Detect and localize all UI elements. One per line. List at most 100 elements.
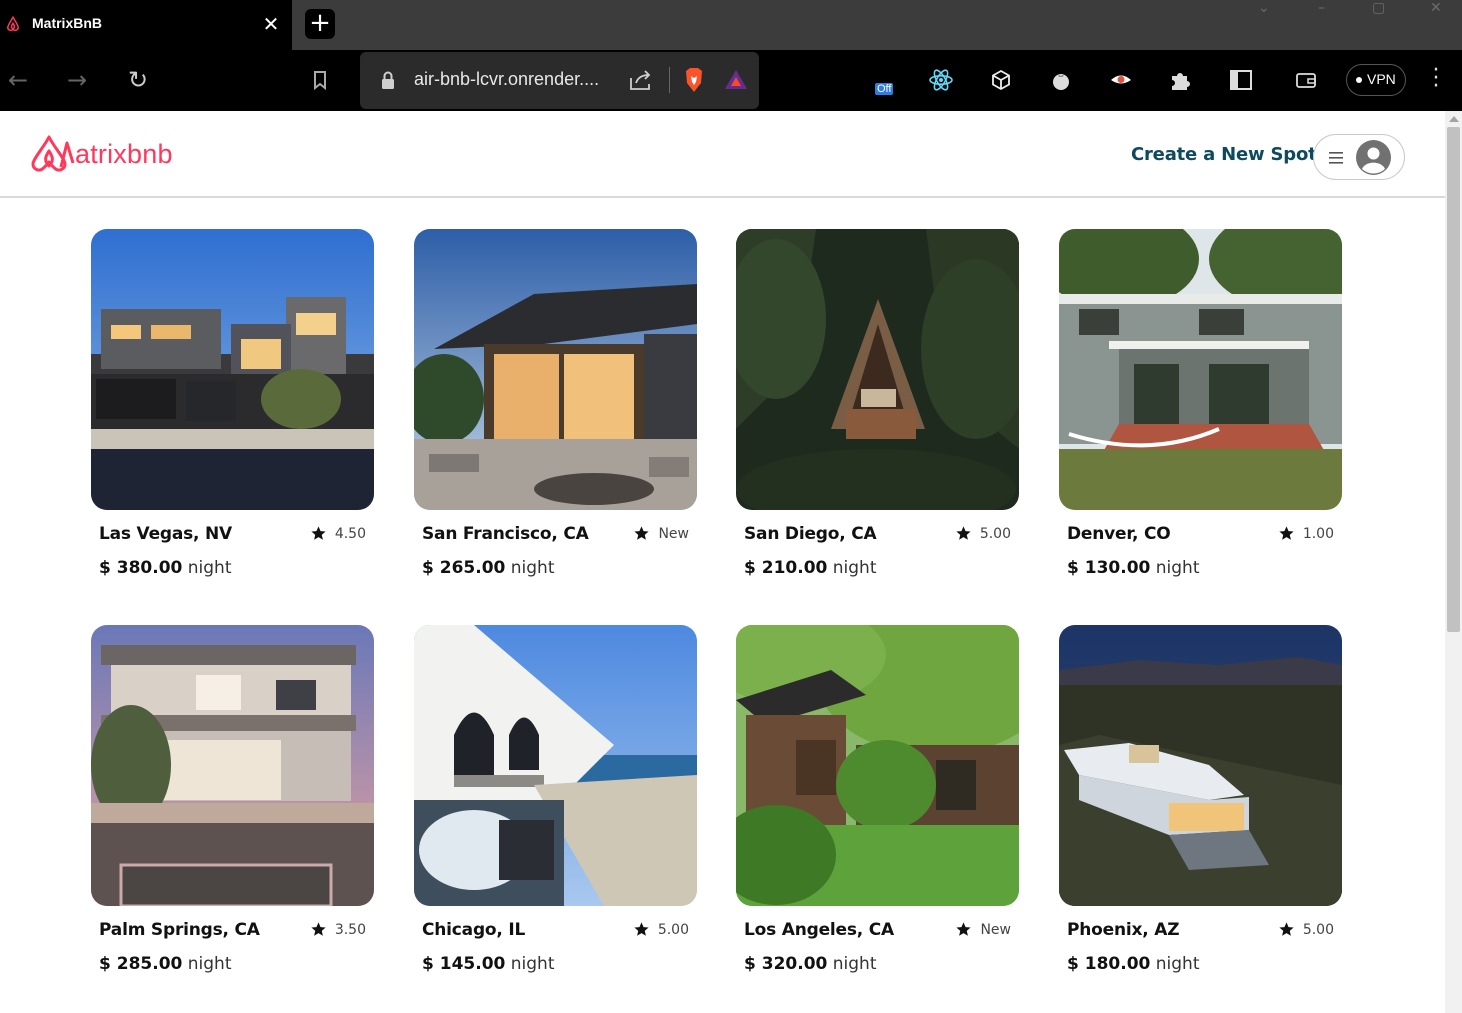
- listing-card[interactable]: Phoenix, AZ 5.00 $ 180.00 night: [1059, 625, 1342, 995]
- url-text[interactable]: air-bnb-lcvr.onrender....: [414, 69, 599, 90]
- logo-text: atrixbnb: [75, 138, 173, 169]
- star-icon: [311, 526, 326, 540]
- listing-price: $ 320.00 night: [744, 954, 877, 974]
- price-amount: $ 210.00: [744, 558, 828, 578]
- rating-value: 4.50: [334, 525, 366, 542]
- listing-price: $ 380.00 night: [99, 558, 232, 578]
- close-tab-icon[interactable]: ✕: [260, 13, 282, 35]
- listing-card[interactable]: Las Vegas, NV 4.50 $ 380.00 night: [91, 229, 374, 599]
- listing-city: San Diego, CA: [744, 524, 877, 544]
- wallet-icon[interactable]: [1293, 67, 1319, 93]
- price-amount: $ 265.00: [422, 558, 506, 578]
- brave-rewards-icon[interactable]: [724, 68, 748, 92]
- listing-photo[interactable]: [736, 625, 1019, 906]
- eye-extension-icon[interactable]: [1108, 67, 1134, 93]
- maximize-icon[interactable]: ▢: [1372, 0, 1385, 16]
- lock-icon[interactable]: [380, 70, 396, 90]
- price-amount: $ 145.00: [422, 954, 506, 974]
- listing-photo[interactable]: [736, 229, 1019, 510]
- sidebar-icon[interactable]: [1228, 67, 1254, 93]
- listing-photo[interactable]: [91, 625, 374, 906]
- user-avatar-icon: [1356, 140, 1391, 175]
- cube-extension-icon[interactable]: [988, 67, 1014, 93]
- star-icon: [956, 526, 971, 540]
- listing-card[interactable]: San Francisco, CA New $ 265.00 night: [414, 229, 697, 599]
- browser-tab[interactable]: MatrixBnB ✕: [0, 0, 292, 50]
- window-close-icon[interactable]: ✕: [1430, 0, 1442, 16]
- price-unit: night: [832, 954, 877, 974]
- back-arrow-icon[interactable]: ←: [3, 65, 33, 95]
- price-amount: $ 320.00: [744, 954, 828, 974]
- modern-house-dusk-photo: [91, 229, 374, 510]
- price-unit: night: [832, 558, 877, 578]
- listing-city: Denver, CO: [1067, 524, 1171, 544]
- scrollbar-thumb[interactable]: [1447, 127, 1460, 632]
- price-unit: night: [187, 558, 232, 578]
- star-icon: [634, 922, 649, 936]
- address-bar-divider: [669, 67, 670, 93]
- vpn-button[interactable]: VPN: [1346, 64, 1406, 96]
- matrixbnb-logo-icon: [31, 135, 75, 172]
- star-icon: [634, 526, 650, 540]
- forward-arrow-icon[interactable]: →: [62, 65, 92, 95]
- star-icon: [311, 922, 326, 936]
- listing-price: $ 145.00 night: [422, 954, 555, 974]
- share-icon[interactable]: [628, 68, 654, 92]
- minimize-icon[interactable]: –: [1318, 0, 1325, 16]
- vertical-scrollbar[interactable]: [1445, 111, 1462, 1013]
- listing-card[interactable]: Los Angeles, CA New $ 320.00 night: [736, 625, 1019, 995]
- airbnb-favicon-icon: [6, 15, 20, 32]
- site-logo[interactable]: atrixbnb: [27, 133, 173, 175]
- listing-rating: 5.00: [955, 525, 1011, 542]
- listing-card[interactable]: Denver, CO 1.00 $ 130.00 night: [1059, 229, 1342, 599]
- listing-photo[interactable]: [414, 229, 697, 510]
- profile-menu-button[interactable]: [1313, 134, 1405, 180]
- listing-rating: New: [633, 525, 689, 542]
- hot-tub-ocean-view-photo: [414, 625, 697, 906]
- listing-rating: 5.00: [1278, 921, 1334, 938]
- listing-photo[interactable]: [91, 229, 374, 510]
- price-amount: $ 130.00: [1067, 558, 1151, 578]
- price-unit: night: [510, 558, 555, 578]
- scroll-up-arrow-icon[interactable]: [1449, 116, 1459, 122]
- listing-rating: 3.50: [310, 921, 366, 938]
- listing-price: $ 265.00 night: [422, 558, 555, 578]
- listing-card[interactable]: Palm Springs, CA 3.50 $ 285.00 night: [91, 625, 374, 995]
- listing-city: Palm Springs, CA: [99, 920, 260, 940]
- reload-icon[interactable]: ↻: [123, 65, 153, 95]
- rating-value: 5.00: [657, 921, 689, 938]
- listing-rating: New: [955, 921, 1011, 938]
- desert-house-night-photo: [1059, 625, 1342, 906]
- price-unit: night: [510, 954, 555, 974]
- browser-menu-icon[interactable]: · · ·: [1426, 60, 1446, 98]
- listing-photo[interactable]: [1059, 625, 1342, 906]
- vpn-label: VPN: [1367, 71, 1396, 87]
- extensions-puzzle-icon[interactable]: [1167, 67, 1193, 93]
- bookmark-icon[interactable]: [307, 66, 333, 94]
- tab-title: MatrixBnB: [32, 15, 103, 31]
- listing-photo[interactable]: [1059, 229, 1342, 510]
- price-amount: $ 285.00: [99, 954, 183, 974]
- listing-price: $ 180.00 night: [1067, 954, 1200, 974]
- listing-photo[interactable]: [414, 625, 697, 906]
- rating-value: 1.00: [1302, 525, 1334, 542]
- listing-price: $ 130.00 night: [1067, 558, 1200, 578]
- listing-city: Los Angeles, CA: [744, 920, 894, 940]
- react-devtools-icon[interactable]: [928, 67, 954, 93]
- star-icon: [1279, 526, 1294, 540]
- new-tab-button[interactable]: +: [305, 9, 335, 39]
- browser-tab-strip: MatrixBnB ✕ + ⌄ – ▢ ✕: [0, 0, 1462, 50]
- glass-house-dusk-photo: [414, 229, 697, 510]
- tab-search-icon[interactable]: ⌄: [1258, 0, 1270, 16]
- listing-card[interactable]: San Diego, CA 5.00 $ 210.00 night: [736, 229, 1019, 599]
- star-icon: [956, 922, 972, 936]
- tomato-extension-icon[interactable]: [1048, 67, 1074, 93]
- brave-shields-icon[interactable]: [683, 67, 705, 93]
- listing-rating: 1.00: [1278, 525, 1334, 542]
- listing-card[interactable]: Chicago, IL 5.00 $ 145.00 night: [414, 625, 697, 995]
- create-new-spot-link[interactable]: Create a New Spot: [1131, 144, 1317, 165]
- star-icon: [1279, 922, 1294, 936]
- page-viewport: atrixbnb Create a New Spot Las Vegas, NV…: [0, 111, 1462, 1013]
- price-amount: $ 380.00: [99, 558, 183, 578]
- rating-value: 3.50: [334, 921, 366, 938]
